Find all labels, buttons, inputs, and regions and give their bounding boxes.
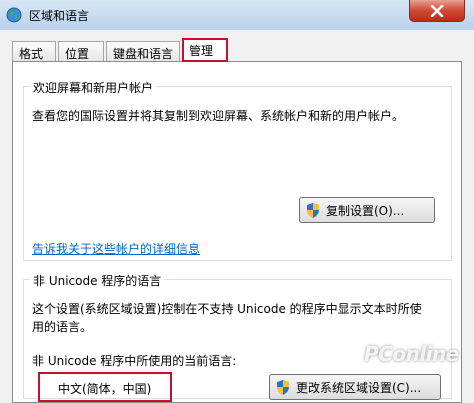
- change-system-locale-label: 更改系统区域设置(C)...: [296, 380, 422, 395]
- welcome-group-title: 欢迎屏幕和新用户帐户: [30, 79, 157, 96]
- non-unicode-group: 非 Unicode 程序的语言 这个设置(系统区域设置)控制在不支持 Unico…: [23, 272, 452, 402]
- tab-keyboards-languages[interactable]: 键盘和语言: [106, 41, 180, 61]
- welcome-screen-group: 欢迎屏幕和新用户帐户 查看您的国际设置并将其复制到欢迎屏幕、系统帐户和新的用户帐…: [23, 79, 452, 261]
- close-button[interactable]: [409, 0, 465, 22]
- shield-icon: [277, 380, 289, 395]
- globe-icon: [6, 7, 22, 23]
- tab-location[interactable]: 位置: [58, 41, 104, 61]
- tab-format[interactable]: 格式: [12, 41, 56, 61]
- title-bar[interactable]: 区域和语言: [0, 0, 474, 30]
- current-language-value: 中文(简体，中国): [58, 382, 152, 396]
- pconline-watermark: PConline: [364, 342, 459, 366]
- region-language-dialog: 区域和语言 格式 位置 键盘和语言 管理 欢迎屏幕和新用户帐户 查看您的国际设置…: [0, 0, 474, 403]
- copy-settings-button[interactable]: 复制设置(O)...: [299, 197, 435, 223]
- close-icon: [430, 4, 444, 17]
- change-system-locale-button[interactable]: 更改系统区域设置(C)...: [269, 374, 441, 400]
- tab-highlight-marker: [182, 38, 228, 62]
- non-unicode-description-line1: 这个设置(系统区域设置)控制在不支持 Unicode 的程序中显示文本时所使: [32, 302, 422, 316]
- copy-settings-label: 复制设置(O)...: [326, 203, 405, 218]
- shield-icon: [307, 203, 319, 218]
- non-unicode-description-line2: 用的语言。: [32, 320, 93, 334]
- accounts-info-link[interactable]: 告诉我关于这些帐户的详细信息: [32, 240, 200, 257]
- welcome-description: 查看您的国际设置并将其复制到欢迎屏幕、系统帐户和新的用户帐户。: [32, 109, 405, 123]
- non-unicode-group-title: 非 Unicode 程序的语言: [30, 272, 165, 289]
- window-title: 区域和语言: [29, 9, 90, 23]
- current-language-label: 非 Unicode 程序中所使用的当前语言:: [32, 354, 237, 368]
- current-language-highlight: 中文(简体，中国): [38, 372, 172, 402]
